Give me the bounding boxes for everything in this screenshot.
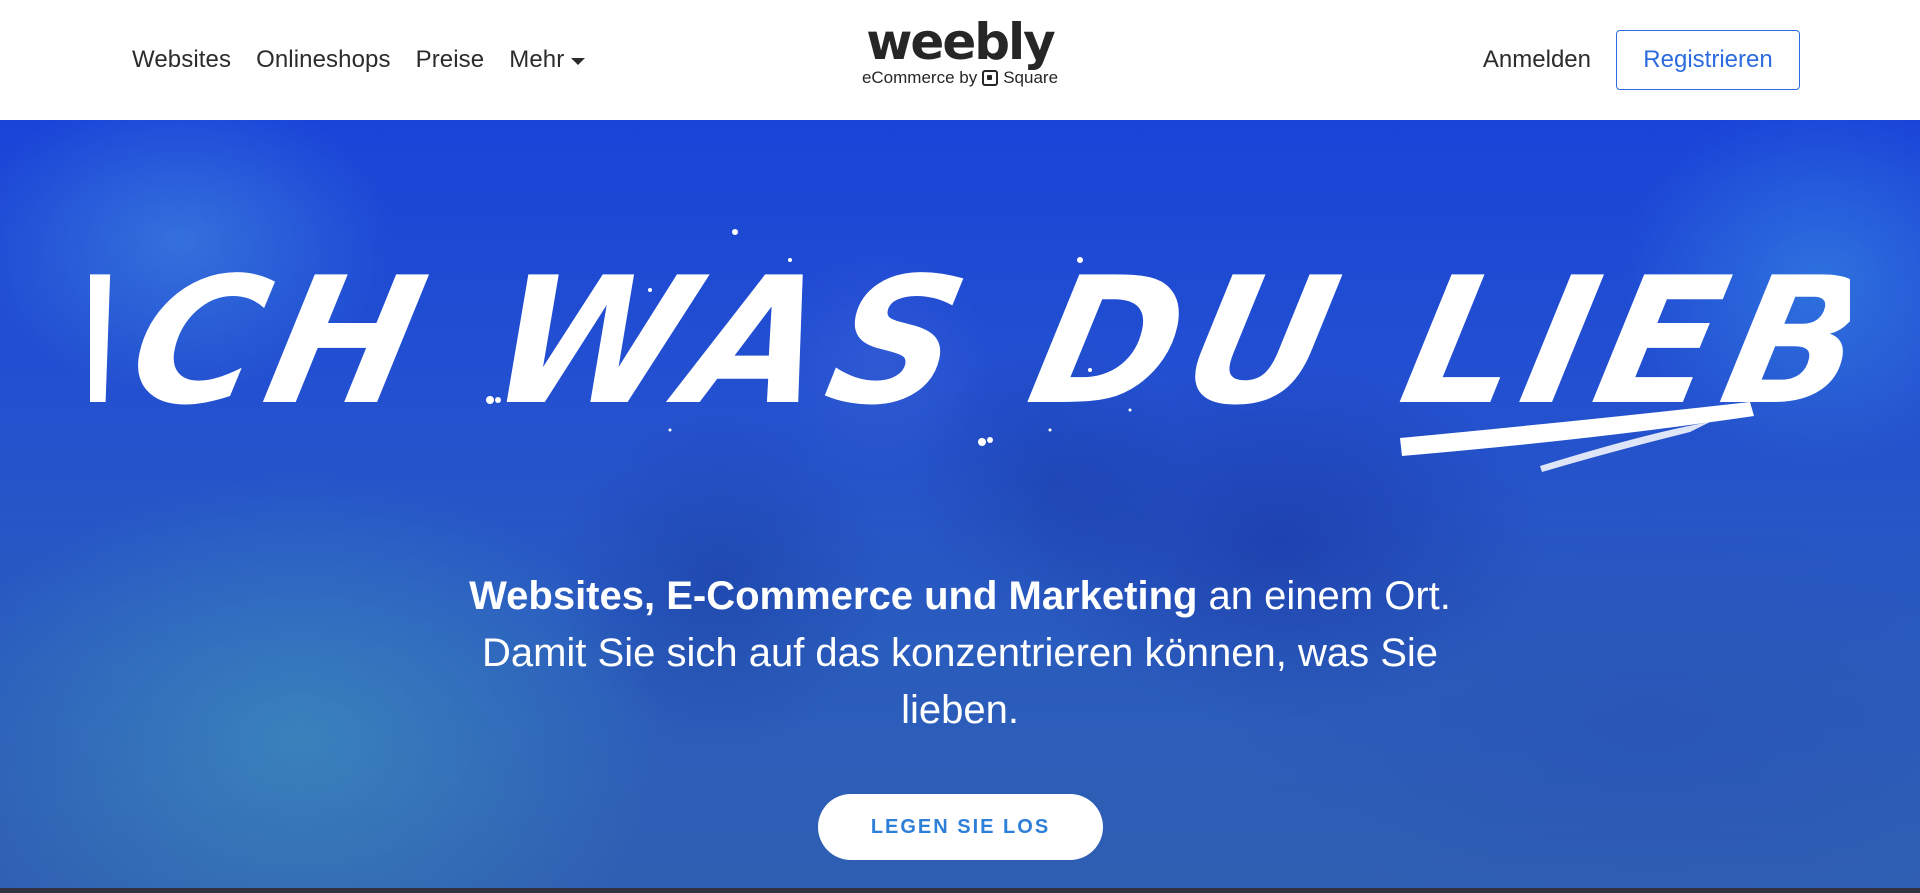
main-nav: Websites Onlineshops Preise Mehr (132, 0, 586, 120)
bottom-divider (0, 888, 1920, 893)
hero-section: MACH WAS DU LIEBST Websites, E-Commerce … (0, 120, 1920, 888)
square-logo-icon (982, 70, 999, 86)
nav-mehr-dropdown[interactable]: Mehr (509, 46, 586, 74)
weebly-logo[interactable]: weebly (866, 14, 1056, 70)
caret-down-icon (571, 57, 586, 65)
nav-preise[interactable]: Preise (416, 46, 485, 74)
hero-headline: MACH WAS DU LIEBST (90, 229, 1850, 472)
nav-mehr-label: Mehr (509, 46, 565, 73)
register-button[interactable]: Registrieren (1616, 30, 1800, 90)
logo-tagline: eCommerce by Square (862, 68, 1058, 88)
login-link[interactable]: Anmelden (1483, 46, 1591, 74)
logo-tagline-prefix: eCommerce by (861, 68, 978, 87)
logo-tagline-brand: Square (1003, 68, 1059, 87)
hero-headline-text: MACH WAS DU LIEBST (90, 240, 1850, 444)
nav-onlineshops[interactable]: Onlineshops (256, 46, 391, 74)
nav-websites[interactable]: Websites (132, 46, 231, 74)
account-nav: Anmelden Registrieren (1483, 0, 1800, 120)
hero-subtitle-bold: Websites, E-Commerce und Marketing (469, 574, 1198, 618)
hero-subtitle: Websites, E-Commerce und Marketing an ei… (460, 568, 1460, 739)
get-started-button[interactable]: LEGEN SIE LOS (818, 794, 1103, 860)
site-header: Websites Onlineshops Preise Mehr weebly … (0, 0, 1920, 120)
